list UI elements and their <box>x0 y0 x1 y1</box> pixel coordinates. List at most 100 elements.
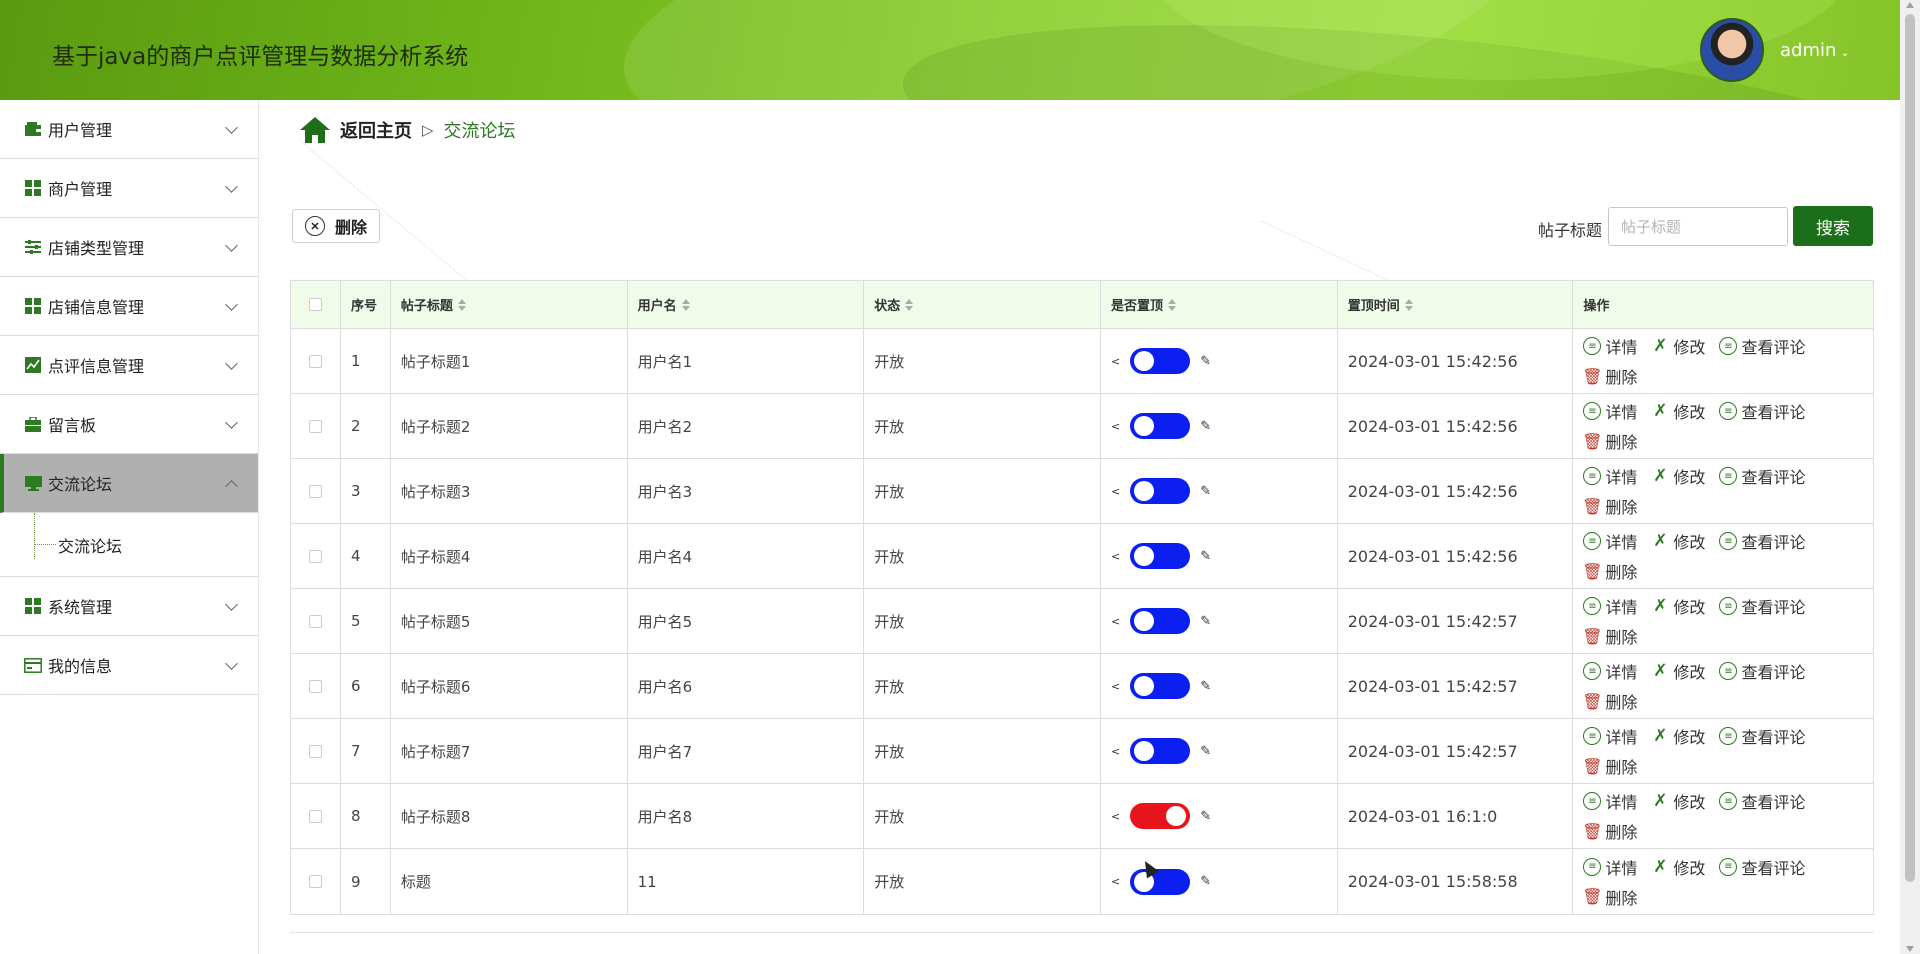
view-comments-button[interactable]: ≡ 查看评论 <box>1719 334 1805 358</box>
column-header-status[interactable]: 状态 <box>864 281 1101 328</box>
edit-button[interactable]: ✗ 修改 <box>1651 724 1705 748</box>
sort-icon[interactable] <box>681 298 690 311</box>
edit-button[interactable]: ✗ 修改 <box>1651 399 1705 423</box>
select-all-checkbox[interactable] <box>308 298 322 311</box>
pinned-toggle[interactable] <box>1130 803 1191 829</box>
row-select-cell <box>291 524 341 588</box>
pinned-toggle[interactable] <box>1130 413 1191 439</box>
sidebar-item-system-management[interactable]: 系统管理 <box>0 577 258 636</box>
row-select-cell <box>291 459 341 523</box>
sidebar-subitem-forum[interactable]: 交流论坛 <box>0 513 258 577</box>
row-username: 用户名3 <box>628 459 865 523</box>
column-header-pinned[interactable]: 是否置顶 <box>1101 281 1338 328</box>
page-scrollbar[interactable] <box>1900 0 1920 954</box>
sort-icon[interactable] <box>1168 298 1177 311</box>
edit-button[interactable]: ✗ 修改 <box>1651 529 1705 553</box>
sort-icon[interactable] <box>905 298 914 311</box>
edit-button[interactable]: ✗ 修改 <box>1651 659 1705 683</box>
delete-button[interactable]: 🗑 删除 <box>1582 559 1637 583</box>
toggle-knob <box>1134 351 1155 371</box>
tree-line <box>34 513 35 559</box>
row-checkbox[interactable] <box>308 875 322 888</box>
delete-button[interactable]: 🗑 删除 <box>1582 885 1637 909</box>
sidebar-item-message-board[interactable]: 留言板 <box>0 395 258 454</box>
scrollbar-thumb[interactable] <box>1905 14 1915 882</box>
sort-icon[interactable] <box>457 298 466 311</box>
sidebar-item-shop-info-management[interactable]: 店铺信息管理 <box>0 277 258 336</box>
detail-button[interactable]: ≡ 详情 <box>1583 659 1637 683</box>
pinned-toggle[interactable] <box>1130 673 1191 699</box>
row-select-cell <box>291 329 341 393</box>
pinned-toggle[interactable] <box>1130 608 1191 634</box>
search-button[interactable]: 搜索 <box>1793 206 1873 246</box>
delete-button[interactable]: 🗑 删除 <box>1582 494 1637 518</box>
column-header-title[interactable]: 帖子标题 <box>391 281 628 328</box>
view-comments-button[interactable]: ≡ 查看评论 <box>1719 464 1805 488</box>
delete-button[interactable]: 🗑 删除 <box>1582 429 1637 453</box>
scroll-up-icon[interactable] <box>1906 2 1914 8</box>
delete-button[interactable]: 🗑 删除 <box>1582 364 1637 388</box>
detail-button[interactable]: ≡ 详情 <box>1583 464 1637 488</box>
sidebar-item-forum[interactable]: 交流论坛 <box>0 454 258 513</box>
sidebar-item-my-info[interactable]: 我的信息 <box>0 636 258 695</box>
row-checkbox[interactable] <box>308 484 322 498</box>
sort-icon[interactable] <box>1404 298 1413 311</box>
pinned-toggle[interactable] <box>1130 478 1191 504</box>
pinned-toggle[interactable] <box>1130 348 1191 374</box>
column-header-pin-time[interactable]: 置顶时间 <box>1338 281 1574 328</box>
sidebar-item-review-management[interactable]: 点评信息管理 <box>0 336 258 395</box>
chevron-down-icon <box>225 598 238 611</box>
row-checkbox[interactable] <box>308 809 322 823</box>
row-checkbox[interactable] <box>308 679 322 693</box>
home-icon[interactable] <box>300 117 330 143</box>
scroll-down-icon[interactable] <box>1906 946 1914 952</box>
detail-button[interactable]: ≡ 详情 <box>1583 399 1637 423</box>
edit-button[interactable]: ✗ 修改 <box>1651 464 1705 488</box>
view-comments-button[interactable]: ≡ 查看评论 <box>1719 789 1805 813</box>
row-checkbox[interactable] <box>308 419 322 433</box>
view-comments-button[interactable]: ≡ 查看评论 <box>1719 855 1805 879</box>
row-checkbox[interactable] <box>308 354 322 368</box>
detail-button[interactable]: ≡ 详情 <box>1583 789 1637 813</box>
sidebar-item-label: 用户管理 <box>48 121 113 140</box>
detail-button[interactable]: ≡ 详情 <box>1583 855 1637 879</box>
sidebar-item-shop-type-management[interactable]: 店铺类型管理 <box>0 218 258 277</box>
action-group: ≡ 详情 ✗ 修改 ≡ 查看评论 🗑 删除 <box>1582 855 1873 909</box>
user-name: admin <box>1780 40 1837 61</box>
row-pin-time: 2024-03-01 15:42:57 <box>1338 654 1574 718</box>
detail-button[interactable]: ≡ 详情 <box>1583 334 1637 358</box>
batch-delete-button[interactable]: ✕ 删除 <box>292 209 380 243</box>
edit-button[interactable]: ✗ 修改 <box>1651 594 1705 618</box>
delete-button[interactable]: 🗑 删除 <box>1582 754 1637 778</box>
row-title: 帖子标题3 <box>391 459 628 523</box>
view-comments-button[interactable]: ≡ 查看评论 <box>1719 399 1805 423</box>
share-icon: < <box>1111 809 1121 823</box>
pinned-toggle[interactable] <box>1130 543 1191 569</box>
view-comments-button[interactable]: ≡ 查看评论 <box>1719 659 1805 683</box>
view-comments-button[interactable]: ≡ 查看评论 <box>1719 529 1805 553</box>
sidebar-item-user-management[interactable]: 用户管理 <box>0 100 258 159</box>
sidebar-item-merchant-management[interactable]: 商户管理 <box>0 159 258 218</box>
view-comments-button[interactable]: ≡ 查看评论 <box>1719 594 1805 618</box>
detail-button[interactable]: ≡ 详情 <box>1583 529 1637 553</box>
user-menu[interactable]: admin ⌄ <box>1780 40 1850 61</box>
view-comments-button[interactable]: ≡ 查看评论 <box>1719 724 1805 748</box>
search-input[interactable] <box>1608 207 1788 246</box>
breadcrumb-home-link[interactable]: 返回主页 <box>340 117 412 143</box>
delete-button[interactable]: 🗑 删除 <box>1582 819 1637 843</box>
edit-button[interactable]: ✗ 修改 <box>1651 855 1705 879</box>
row-checkbox[interactable] <box>308 549 322 563</box>
detail-button[interactable]: ≡ 详情 <box>1583 724 1637 748</box>
delete-button[interactable]: 🗑 删除 <box>1582 689 1637 713</box>
edit-button[interactable]: ✗ 修改 <box>1651 334 1705 358</box>
avatar[interactable] <box>1700 18 1764 82</box>
row-checkbox[interactable] <box>308 744 322 758</box>
column-header-username[interactable]: 用户名 <box>628 281 865 328</box>
pinned-toggle[interactable] <box>1130 868 1191 895</box>
detail-button[interactable]: ≡ 详情 <box>1583 594 1637 618</box>
pinned-toggle[interactable] <box>1130 738 1191 764</box>
edit-button[interactable]: ✗ 修改 <box>1651 789 1705 813</box>
row-index: 6 <box>341 654 391 718</box>
delete-button[interactable]: 🗑 删除 <box>1582 624 1637 648</box>
row-checkbox[interactable] <box>308 614 322 628</box>
